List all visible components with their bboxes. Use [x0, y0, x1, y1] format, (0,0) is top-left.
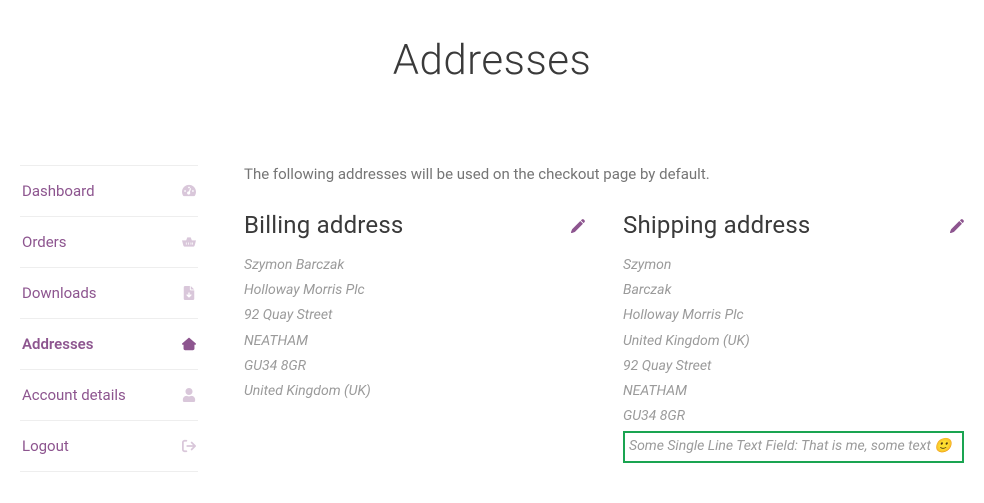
billing-heading: Billing address: [244, 211, 404, 239]
file-icon: [182, 286, 196, 300]
address-line: Holloway Morris Plc: [244, 278, 585, 303]
sidebar-item-dashboard: Dashboard: [20, 165, 198, 216]
sidebar-label: Addresses: [22, 335, 93, 353]
shipping-column: Shipping address Szymon Barczak Holloway…: [623, 211, 964, 463]
intro-text: The following addresses will be used on …: [244, 165, 964, 183]
sidebar-label: Account details: [22, 386, 126, 404]
address-line: 92 Quay Street: [623, 354, 964, 379]
account-sidebar: Dashboard Orders Downloads: [20, 165, 198, 472]
billing-address: Szymon Barczak Holloway Morris Plc 92 Qu…: [244, 253, 585, 404]
address-line: NEATHAM: [244, 329, 585, 354]
sidebar-link-downloads[interactable]: Downloads: [20, 268, 198, 318]
address-line: NEATHAM: [623, 379, 964, 404]
address-line: 92 Quay Street: [244, 303, 585, 328]
sidebar-label: Downloads: [22, 284, 97, 302]
user-icon: [182, 388, 196, 402]
shipping-address: Szymon Barczak Holloway Morris Plc Unite…: [623, 253, 964, 463]
address-line: Holloway Morris Plc: [623, 303, 964, 328]
sidebar-label: Dashboard: [22, 182, 95, 200]
basket-icon: [182, 235, 196, 249]
sidebar-item-addresses: Addresses: [20, 318, 198, 369]
edit-shipping-button[interactable]: [950, 219, 964, 233]
dashboard-icon: [182, 184, 196, 198]
address-columns: Billing address Szymon Barczak Holloway …: [244, 211, 964, 463]
address-line: Szymon Barczak: [244, 253, 585, 278]
sidebar-link-dashboard[interactable]: Dashboard: [20, 166, 198, 216]
edit-icon: [571, 219, 585, 233]
page-title: Addresses: [0, 36, 984, 85]
sidebar-label: Orders: [22, 233, 67, 251]
sidebar-label: Logout: [22, 437, 69, 455]
sidebar-link-logout[interactable]: Logout: [20, 421, 198, 471]
sidebar-item-account-details: Account details: [20, 369, 198, 420]
home-icon: [182, 337, 196, 351]
main-content: The following addresses will be used on …: [198, 165, 964, 472]
address-line: GU34 8GR: [244, 354, 585, 379]
address-line: Barczak: [623, 278, 964, 303]
sidebar-item-orders: Orders: [20, 216, 198, 267]
billing-column: Billing address Szymon Barczak Holloway …: [244, 211, 585, 463]
edit-icon: [950, 219, 964, 233]
address-line: Szymon: [623, 253, 964, 278]
edit-billing-button[interactable]: [571, 219, 585, 233]
logout-icon: [182, 439, 196, 453]
sidebar-item-downloads: Downloads: [20, 267, 198, 318]
address-line: United Kingdom (UK): [244, 379, 585, 404]
sidebar-list: Dashboard Orders Downloads: [20, 165, 198, 472]
sidebar-item-logout: Logout: [20, 420, 198, 472]
address-line: GU34 8GR: [623, 404, 964, 429]
sidebar-link-account-details[interactable]: Account details: [20, 370, 198, 420]
custom-field-highlight: Some Single Line Text Field: That is me,…: [623, 431, 964, 462]
sidebar-link-orders[interactable]: Orders: [20, 217, 198, 267]
address-line: United Kingdom (UK): [623, 329, 964, 354]
shipping-heading: Shipping address: [623, 211, 811, 239]
sidebar-link-addresses[interactable]: Addresses: [20, 319, 198, 369]
